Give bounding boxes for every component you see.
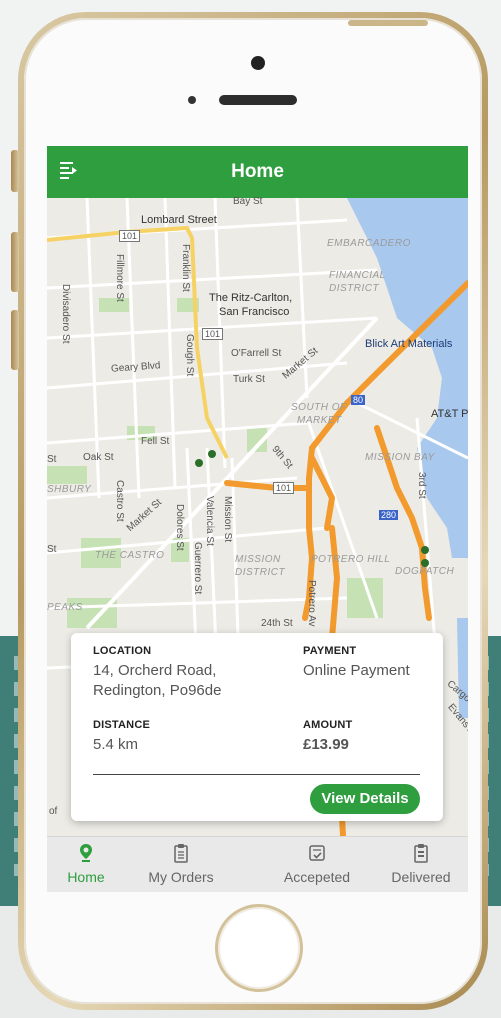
map-label-haight: SHBURY <box>47 484 92 495</box>
map-label-mission-st: Mission St <box>222 496 233 543</box>
highway-shield-101: 101 <box>119 230 141 242</box>
front-camera <box>251 56 265 70</box>
map-label-peaks: PEAKS <box>47 602 83 613</box>
map-label-mission-bay: MISSION BAY <box>365 452 435 463</box>
map-label-south-of: SOUTH OF <box>291 402 347 413</box>
highway-shield-101: 101 <box>202 328 224 340</box>
map-label-mission: MISSION <box>235 554 281 565</box>
map-label-gough: Gough St <box>184 334 195 377</box>
map-label-castro-st: Castro St <box>114 480 125 522</box>
clipboard-check-icon <box>309 845 325 861</box>
page-title: Home <box>231 161 284 182</box>
highway-shield-280: 280 <box>379 510 399 520</box>
map-label-ritz-2: San Francisco <box>219 306 290 318</box>
map-label-third: 3rd St <box>416 472 427 499</box>
map-label-fillmore: Fillmore St <box>114 254 125 302</box>
map-label-ofarrell: O'Farrell St <box>231 348 282 359</box>
payment-label: PAYMENT <box>303 645 357 657</box>
clipboard-list-icon <box>414 844 428 863</box>
amount-value: £13.99 <box>303 736 349 753</box>
payment-value: Online Payment <box>303 662 410 679</box>
tab-delivered[interactable]: Delivered <box>381 837 461 892</box>
tab-delivered-label: Delivered <box>391 869 451 885</box>
map-label-st-2: St <box>47 544 57 555</box>
tab-accepted[interactable]: Accepeted <box>273 837 361 892</box>
highway-shield-80: 80 <box>351 395 366 405</box>
map-label-of: of <box>49 806 58 817</box>
phone-mute-switch <box>11 150 19 192</box>
location-label: LOCATION <box>93 645 152 657</box>
map-label-guerrero: Guerrero St <box>192 542 203 595</box>
app-screen: Home Bay St Lombard Street EMBARCADERO F… <box>47 146 468 892</box>
tab-accepted-label: Accepeted <box>283 869 351 885</box>
map-label-dogpatch: DOGPATCH <box>395 566 455 577</box>
location-line-1: 14, Orcherd Road, <box>93 662 217 679</box>
earpiece-speaker <box>219 95 297 105</box>
map-label-financial: FINANCIAL <box>329 270 386 281</box>
map-label-potrero-hill: POTRERO HILL <box>311 554 391 565</box>
map-label-bay-st: Bay St <box>233 196 263 207</box>
app-header: Home <box>47 146 468 198</box>
clipboard-icon <box>174 844 188 863</box>
distance-value: 5.4 km <box>93 736 139 753</box>
location-pin-icon <box>80 844 92 862</box>
map-label-mission-district: DISTRICT <box>235 567 286 578</box>
amount-label: AMOUNT <box>303 719 353 731</box>
highway-shield-101: 101 <box>273 482 295 494</box>
tab-home[interactable]: Home <box>53 837 119 892</box>
map-label-st-left: St <box>47 454 57 465</box>
map-label-blick: Blick Art Materials <box>365 338 453 350</box>
bottom-tab-bar: Home My Orders Accepeted Delivered <box>47 836 468 892</box>
map-label-oak: Oak St <box>83 452 114 463</box>
map-label-turk: Turk St <box>233 374 265 385</box>
phone-home-button[interactable] <box>215 904 303 992</box>
map-label-embarcadero: EMBARCADERO <box>327 238 411 249</box>
map-label-att: AT&T P <box>431 408 468 420</box>
order-card: LOCATION 14, Orcherd Road, Redington, Po… <box>71 633 443 821</box>
tab-home-label: Home <box>67 869 105 885</box>
phone-volume-down <box>11 310 19 370</box>
location-line-2: Redington, Po96de <box>93 682 222 699</box>
map-label-lombard: Lombard Street <box>141 214 217 226</box>
tab-my-orders-label: My Orders <box>148 869 214 885</box>
map-label-24th: 24th St <box>261 618 293 629</box>
tab-my-orders[interactable]: My Orders <box>139 837 223 892</box>
distance-label: DISTANCE <box>93 719 151 731</box>
map-label-franklin: Franklin St <box>180 244 191 292</box>
map-label-market-area: MARKET <box>297 415 342 426</box>
map-label-divisadero: Divisadero St <box>60 284 71 344</box>
map-label-dolores: Dolores St <box>174 504 185 551</box>
proximity-sensor <box>188 96 196 104</box>
phone-volume-up <box>11 232 19 292</box>
map-label-the-castro: THE CASTRO <box>95 550 165 561</box>
map-label-fell: Fell St <box>141 436 170 447</box>
map-label-valencia: Valencia St <box>204 496 215 546</box>
card-divider <box>93 774 420 775</box>
map-label-district: DISTRICT <box>329 283 380 294</box>
view-details-button[interactable]: View Details <box>310 784 420 814</box>
map-label-potrero-av: Potrero Av <box>306 580 317 627</box>
map-label-ritz-1: The Ritz-Carlton, <box>209 292 293 304</box>
